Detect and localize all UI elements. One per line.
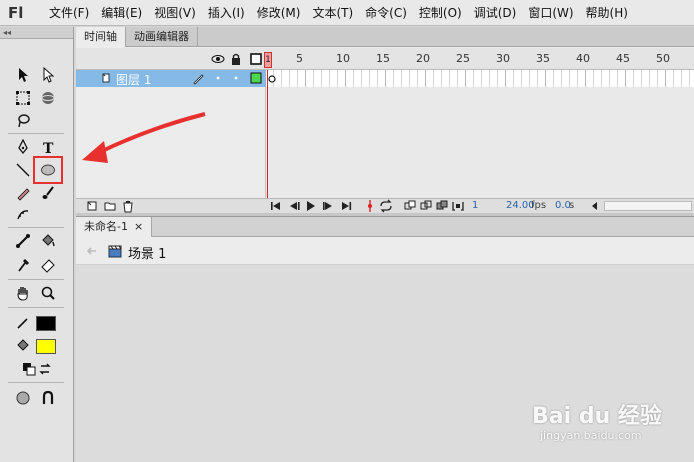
menu-view[interactable]: 视图(V) — [149, 4, 203, 21]
deco-tool-icon[interactable] — [13, 205, 33, 225]
playhead-line — [267, 70, 268, 198]
outline-icon[interactable] — [246, 49, 266, 69]
fill-color-icon — [13, 336, 33, 356]
selection-tool-icon[interactable] — [13, 65, 33, 85]
frame-rate-unit: fps — [531, 200, 547, 211]
lock-icon[interactable] — [226, 49, 246, 69]
tab-motion-editor[interactable]: 动画编辑器 — [126, 27, 198, 47]
horizontal-scrollbar[interactable] — [604, 201, 692, 211]
fill-color-swatch[interactable] — [36, 339, 56, 354]
frame-number: 15 — [376, 52, 390, 65]
snap-to-objects-icon[interactable] — [38, 388, 58, 408]
swap-colors-icon[interactable] — [36, 359, 56, 379]
menu-text[interactable]: 文本(T) — [307, 4, 360, 21]
frame-number: 40 — [576, 52, 590, 65]
frame-number: 20 — [416, 52, 430, 65]
pencil-edit-icon — [188, 68, 208, 88]
menu-modify[interactable]: 修改(M) — [252, 4, 308, 21]
text-tool-icon[interactable]: T — [38, 137, 58, 157]
menu-help[interactable]: 帮助(H) — [581, 4, 635, 21]
playhead[interactable]: 1 — [264, 52, 272, 68]
menu-insert[interactable]: 插入(I) — [203, 4, 252, 21]
frame-number: 25 — [456, 52, 470, 65]
scene-label[interactable]: 场景 1 — [128, 243, 166, 262]
eraser-tool-icon[interactable] — [38, 255, 58, 275]
timeline-tabs: 时间轴 动画编辑器 — [76, 27, 694, 47]
lasso-tool-icon[interactable] — [13, 111, 33, 131]
pencil-tool-icon[interactable] — [13, 183, 33, 203]
frame-number: 45 — [616, 52, 630, 65]
layer-icon — [96, 68, 116, 88]
clapperboard-icon — [105, 241, 125, 261]
menu-control[interactable]: 控制(O) — [414, 4, 469, 21]
oval-tool-highlight — [33, 156, 63, 184]
layer-list-empty-area — [76, 87, 266, 198]
watermark-site: jingyan.baidu.com — [540, 429, 642, 442]
document-tabs: 未命名-1 × — [76, 217, 694, 237]
zoom-tool-icon[interactable] — [38, 283, 58, 303]
visibility-dot-icon[interactable] — [208, 68, 228, 88]
pen-tool-icon[interactable] — [13, 137, 33, 157]
menu-bar: Fl 文件(F) 编辑(E) 视图(V) 插入(I) 修改(M) 文本(T) 命… — [0, 0, 694, 26]
keyframe-icon[interactable] — [262, 68, 282, 88]
scene-bar: 场景 1 — [76, 237, 694, 265]
menu-edit[interactable]: 编辑(E) — [96, 4, 149, 21]
eyedropper-tool-icon[interactable] — [13, 255, 33, 275]
line-tool-icon[interactable] — [13, 160, 33, 180]
app-logo: Fl — [8, 3, 24, 22]
brush-tool-icon[interactable] — [38, 183, 58, 203]
watermark-brand: Bai du 经验 — [532, 404, 662, 429]
paint-bucket-tool-icon[interactable] — [38, 231, 58, 251]
menu-file[interactable]: 文件(F) — [44, 4, 96, 21]
frames-area[interactable] — [266, 70, 694, 87]
stroke-color-icon — [13, 313, 33, 333]
watermark: Bai du 经验 jingyan.baidu.com — [532, 398, 692, 458]
svg-text:T: T — [43, 141, 54, 155]
eye-icon[interactable] — [208, 49, 228, 69]
timeline-header: 1 5 10 15 20 25 30 35 40 45 50 — [76, 48, 694, 70]
frame-number: 50 — [656, 52, 670, 65]
layer-row[interactable]: 图层 1 — [76, 70, 266, 87]
tab-timeline[interactable]: 时间轴 — [76, 27, 126, 47]
timeline-status-bar: 1 24.00 fps 0.0 s — [76, 198, 694, 213]
menu-commands[interactable]: 命令(C) — [360, 4, 414, 21]
menu-window[interactable]: 窗口(W) — [523, 4, 580, 21]
menu-debug[interactable]: 调试(D) — [469, 4, 524, 21]
frame-number: 35 — [536, 52, 550, 65]
current-frame[interactable]: 1 — [472, 200, 478, 211]
elapsed-time-unit: s — [569, 200, 575, 211]
toolbox: ◂◂ T — [0, 27, 74, 462]
bone-tool-icon[interactable] — [13, 231, 33, 251]
frame-number: 5 — [296, 52, 303, 65]
frame-number: 30 — [496, 52, 510, 65]
subselection-tool-icon[interactable] — [38, 65, 58, 85]
toolbox-collapse-button[interactable]: ◂◂ — [0, 27, 73, 39]
timeline-panel: 时间轴 动画编辑器 1 5 10 15 20 25 30 35 40 45 50… — [76, 27, 694, 213]
lock-dot-icon[interactable] — [226, 68, 246, 88]
stroke-color-swatch[interactable] — [36, 316, 56, 331]
free-transform-tool-icon[interactable] — [13, 88, 33, 108]
close-tab-button[interactable]: × — [134, 217, 143, 237]
object-drawing-icon[interactable] — [13, 388, 33, 408]
back-arrow-icon[interactable] — [82, 241, 102, 261]
hand-tool-icon[interactable] — [13, 283, 33, 303]
document-tab-label: 未命名-1 — [84, 220, 128, 233]
document-tab[interactable]: 未命名-1 × — [76, 217, 153, 237]
3d-rotation-tool-icon[interactable] — [38, 88, 58, 108]
layer-name[interactable]: 图层 1 — [116, 71, 151, 88]
frame-number: 10 — [336, 52, 350, 65]
